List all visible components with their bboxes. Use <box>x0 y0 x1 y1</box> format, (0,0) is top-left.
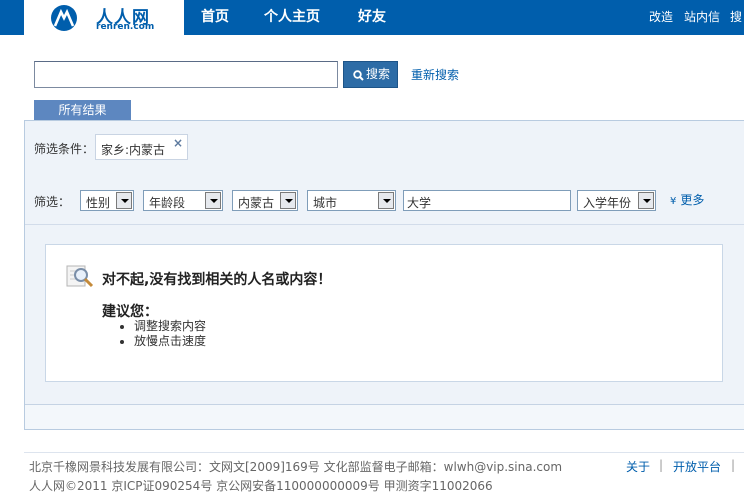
nav-profile[interactable]: 个人主页 <box>264 0 320 35</box>
double-chevron-down-icon: ¥ <box>670 196 677 207</box>
condition-tag: 家乡:内蒙古 × <box>95 134 188 160</box>
nav-search[interactable]: 搜 <box>730 0 742 35</box>
gender-select[interactable]: 性别 <box>80 190 134 211</box>
more-filters-link[interactable]: ¥ 更多 <box>670 191 704 208</box>
footer-separator: | <box>731 458 736 472</box>
footer-about-link[interactable]: 关于 <box>626 458 650 475</box>
chevron-down-icon <box>205 192 221 209</box>
province-select-value: 内蒙古 <box>238 196 275 210</box>
enroll-year-select-value: 入学年份 <box>583 196 632 210</box>
age-select[interactable]: 年龄段 <box>143 190 223 211</box>
no-result-message: 对不起,没有找到相关的人名或内容！ <box>102 272 332 288</box>
chevron-down-icon <box>378 192 394 209</box>
footer-license-info: 人人网©2011 京ICP证090254号 京公网安备110000000009号… <box>29 479 493 493</box>
age-select-value: 年龄段 <box>149 196 186 210</box>
footer-company-info: 北京千橡网景科技发展有限公司：文网文[2009]169号 文化部监督电子邮箱：w… <box>29 460 563 474</box>
search-input[interactable] <box>34 61 338 88</box>
magnifier-icon <box>66 265 94 288</box>
filter-label: 筛选： <box>34 195 71 209</box>
chevron-down-icon <box>638 192 654 209</box>
city-select[interactable]: 城市 <box>307 190 396 211</box>
filter-conditions-label: 筛选条件： <box>34 142 95 156</box>
no-result-box: 对不起,没有找到相关的人名或内容！ 建议您： 调整搜索内容 放慢点击速度 <box>45 244 723 382</box>
search-button[interactable]: 搜索 <box>343 61 398 88</box>
footer-divider <box>24 452 744 453</box>
gender-select-value: 性别 <box>86 196 111 210</box>
close-icon[interactable]: × <box>173 136 183 150</box>
re-search-link[interactable]: 重新搜索 <box>411 66 459 83</box>
chevron-down-icon <box>280 192 296 209</box>
chevron-down-icon <box>116 192 132 209</box>
more-filters-label: 更多 <box>680 193 705 207</box>
footer-separator: | <box>659 458 664 472</box>
condition-tag-text: 家乡:内蒙古 <box>101 143 166 157</box>
city-select-value: 城市 <box>313 196 338 210</box>
suggestion-title: 建议您： <box>102 304 158 320</box>
nav-home[interactable]: 首页 <box>201 0 229 35</box>
filter-divider <box>25 224 744 225</box>
list-item: 调整搜索内容 <box>120 319 206 334</box>
enroll-year-select[interactable]: 入学年份 <box>577 190 656 211</box>
top-navbar: 人人网 renren.com 首页 个人主页 好友 改造 站内信 搜 <box>0 0 744 35</box>
province-select[interactable]: 内蒙古 <box>232 190 298 211</box>
footer-open-platform-link[interactable]: 开放平台 <box>673 458 721 475</box>
logo-subtext: renren.com <box>96 22 155 32</box>
renren-logo[interactable]: 人人网 renren.com <box>24 0 184 35</box>
tab-all-results[interactable]: 所有结果 <box>34 100 131 121</box>
search-icon <box>353 70 364 81</box>
nav-modify[interactable]: 改造 <box>649 0 673 35</box>
nav-messages[interactable]: 站内信 <box>684 0 720 35</box>
nav-friends[interactable]: 好友 <box>358 0 386 35</box>
list-item: 放慢点击速度 <box>120 334 206 349</box>
panel-footer <box>25 405 744 429</box>
university-input-value: 大学 <box>407 196 432 210</box>
renren-logo-icon <box>51 5 77 31</box>
suggestion-list: 调整搜索内容 放慢点击速度 <box>120 319 206 349</box>
search-button-label: 搜索 <box>365 67 390 81</box>
university-input[interactable]: 大学 <box>403 190 571 211</box>
